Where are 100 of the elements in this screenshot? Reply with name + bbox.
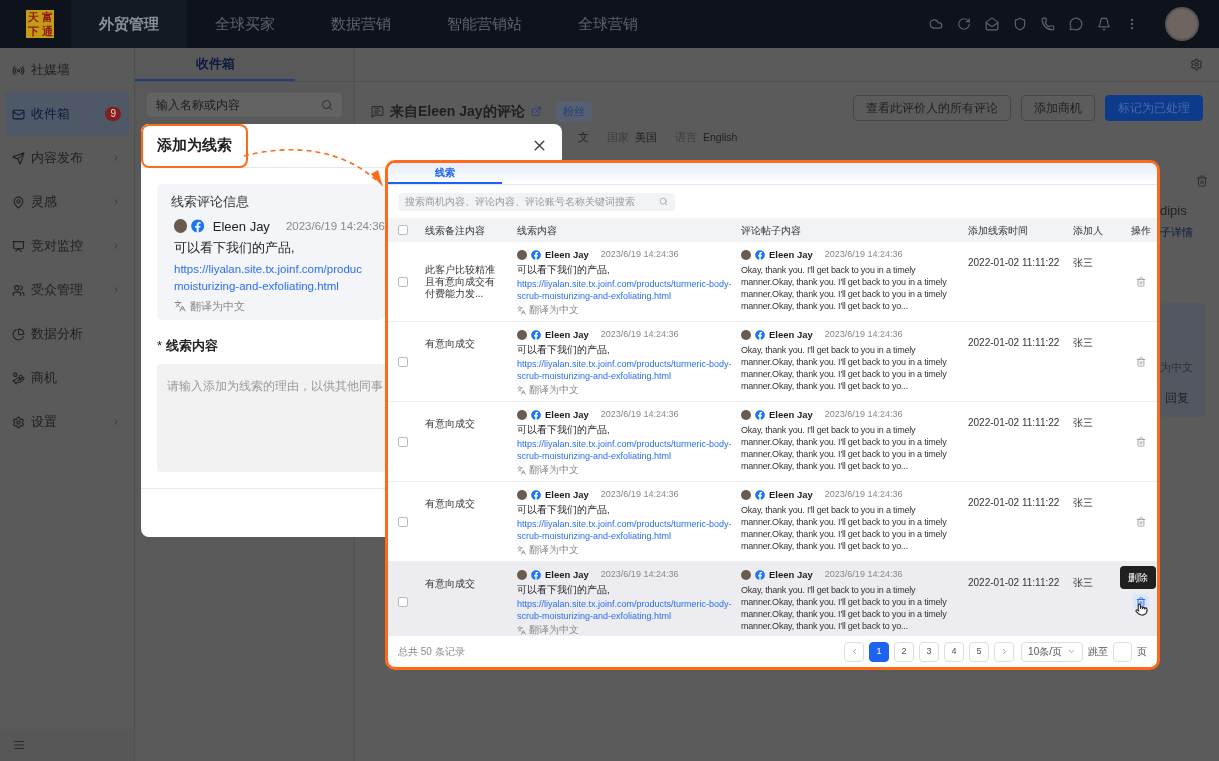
page-button[interactable]: 3 xyxy=(919,641,940,662)
translate-link[interactable]: 翻译为中文 xyxy=(529,304,579,317)
inbox-tab[interactable]: 收件箱 xyxy=(135,48,295,81)
sidebar-item[interactable]: 收件箱 9 xyxy=(5,92,129,136)
trash-icon[interactable] xyxy=(1196,174,1208,187)
page-button[interactable]: 1 xyxy=(869,641,890,662)
translate-icon xyxy=(517,625,526,635)
checkbox[interactable] xyxy=(398,516,408,527)
chat-icon[interactable] xyxy=(1069,17,1083,31)
sidebar-item[interactable]: 灵感 xyxy=(5,180,129,224)
column-header: 线索内容 xyxy=(517,223,558,238)
table-cell-text: 此客户比较精准且有意向成交有付费能力发... xyxy=(425,263,496,300)
checkbox[interactable] xyxy=(398,436,408,447)
search-icon xyxy=(659,197,668,206)
comment-link[interactable]: https://liyalan.site.tx.joinf.com/products/turmeric-body- scrub-moisturizing-and-exfoliating.html xyxy=(517,438,735,463)
nav-tab[interactable]: 全球买家 xyxy=(187,0,303,48)
external-link-icon[interactable] xyxy=(530,106,542,117)
phone-icon[interactable] xyxy=(1041,17,1055,31)
facebook-icon xyxy=(755,570,765,581)
avatar xyxy=(741,410,751,421)
comment-link[interactable]: https://liyalan.site.tx.joinf.com/products/turmeric-body- scrub-moisturizing-and-exfoliating.html xyxy=(517,358,735,383)
comment-link[interactable]: moisturizing-and-exfoliating.html xyxy=(174,277,339,295)
avatar xyxy=(174,219,188,234)
reason-field[interactable]: 请输入添加为线索的理由，以供其他同事 xyxy=(157,363,385,472)
facebook-icon xyxy=(531,250,541,261)
reply-button[interactable]: 回复 xyxy=(1160,389,1189,408)
meta-value: 文 xyxy=(578,130,589,145)
chevron-icon xyxy=(111,153,121,163)
post-text: Okay, thank you. I'll get back to you in a timely manner.Okay, thank you. I'll get back to you in a timely manner.Okay, thank you. I'll get back to you in a timely manner.Okay, thank you. I'll get back to yo... xyxy=(741,584,948,633)
shield-icon[interactable] xyxy=(1013,17,1027,31)
comment-text: 可以看下我们的产品, xyxy=(517,584,611,597)
author-name: Eleen Jay xyxy=(769,328,813,342)
refresh-icon[interactable] xyxy=(957,17,971,31)
comment-time: 2023/6/19 14:24:36 xyxy=(824,488,903,502)
facebook-icon xyxy=(531,330,541,341)
checkbox[interactable] xyxy=(398,356,408,367)
count-badge: 9 xyxy=(105,107,121,121)
avatar xyxy=(741,570,751,581)
search-field[interactable]: 搜索商机内容、评论内容、评论账号名称关键词搜索 xyxy=(398,192,675,211)
author-name: Eleen Jay xyxy=(212,217,270,236)
monitor-icon xyxy=(12,239,25,253)
facebook-icon xyxy=(755,410,765,421)
translate-link[interactable]: 翻译为中文 xyxy=(529,464,579,477)
settings-icon[interactable] xyxy=(1190,58,1203,71)
table-cell: 2022-01-02 11:11:22 xyxy=(968,497,1060,508)
page-button[interactable]: 4 xyxy=(944,641,965,662)
nav-tab[interactable]: 外贸管理 xyxy=(71,0,187,48)
nav-tab[interactable]: 数据营销 xyxy=(303,0,419,48)
table-cell: 张三 xyxy=(1073,577,1093,588)
user-avatar[interactable] xyxy=(1165,7,1199,41)
avatar xyxy=(517,250,527,261)
chevron-icon xyxy=(111,417,121,427)
page-input[interactable] xyxy=(1113,641,1132,662)
comment-text: 可以看下我们的产品, xyxy=(517,504,611,517)
author-name: Eleen Jay xyxy=(545,408,589,422)
prev-page-button[interactable] xyxy=(844,641,865,662)
checkbox[interactable] xyxy=(398,276,408,287)
comment-time: 2023/6/19 14:24:36 xyxy=(824,568,903,582)
users-icon xyxy=(12,283,25,297)
card-title: 线索评论信息 xyxy=(171,193,250,211)
avatar xyxy=(517,490,527,501)
comment-link[interactable]: https://liyalan.site.tx.joinf.com/products/turmeric-body- scrub-moisturizing-and-exfoliating.html xyxy=(517,278,735,303)
translate-link[interactable]: 翻译为中文 xyxy=(529,624,579,635)
comment-link[interactable]: https://liyalan.site.tx.joinf.com/products/turmeric-body- scrub-moisturizing-and-exfoliating.html xyxy=(517,598,735,623)
author-name: Eleen Jay xyxy=(545,488,589,502)
page-button[interactable]: 2 xyxy=(894,641,915,662)
translate-link[interactable]: 翻译为中文 xyxy=(529,384,579,397)
column-header: 线索备注内容 xyxy=(425,223,486,238)
author-name: Eleen Jay xyxy=(769,488,813,502)
menu-icon[interactable] xyxy=(13,739,25,751)
mail-icon[interactable] xyxy=(985,17,999,31)
post-text: Okay, thank you. I'll get back to you in a timely manner.Okay, thank you. I'll get back to you in a timely manner.Okay, thank you. I'll get back to you in a timely manner.Okay, thank you. I'll get back to yo... xyxy=(741,424,948,473)
leads-tab[interactable]: 线索 xyxy=(388,163,502,184)
page-unit: 页 xyxy=(1137,645,1147,659)
search-field[interactable]: 输入名称或内容 xyxy=(147,93,342,117)
translate-icon xyxy=(517,545,526,555)
translate-link[interactable]: 翻译为中文 xyxy=(190,297,245,315)
next-page-button[interactable] xyxy=(994,641,1015,662)
page-button[interactable]: 5 xyxy=(969,641,990,662)
facebook-icon xyxy=(755,330,765,341)
avatar xyxy=(741,490,751,501)
bell-icon[interactable] xyxy=(1097,17,1111,31)
post-text: Okay, thank you. I'll get back to you in a timely manner.Okay, thank you. I'll get back to you in a timely manner.Okay, thank you. I'll get back to you in a timely manner.Okay, thank you. I'll get back to yo... xyxy=(741,504,948,553)
checkbox[interactable] xyxy=(398,596,408,607)
comment-link[interactable]: https://liyalan.site.tx.joinf.com/produc xyxy=(174,260,362,278)
nav-tab[interactable]: 智能营销站 xyxy=(419,0,550,48)
nav-tab[interactable]: 全球营销 xyxy=(550,0,666,48)
hand-coin-icon xyxy=(12,371,25,385)
checkbox[interactable] xyxy=(398,225,408,235)
page-size-select[interactable]: 10条/页 xyxy=(1021,641,1083,662)
cloud-icon[interactable] xyxy=(929,17,943,31)
sidebar-item[interactable]: 商机 xyxy=(5,356,129,400)
comment-time: 2023/6/19 14:24:36 xyxy=(600,248,679,262)
comment-text: 可以看下我们的产品, xyxy=(517,424,611,437)
account-name: dipis xyxy=(1160,201,1188,220)
translate-link[interactable]: 翻译为中文 xyxy=(529,544,579,557)
author-name: Eleen Jay xyxy=(545,248,589,262)
delete-tooltip: 删除 xyxy=(1120,566,1156,589)
comment-link[interactable]: https://liyalan.site.tx.joinf.com/products/turmeric-body- scrub-moisturizing-and-exfoliating.html xyxy=(517,518,735,543)
post-detail-link[interactable]: 子详情 xyxy=(1160,224,1219,241)
